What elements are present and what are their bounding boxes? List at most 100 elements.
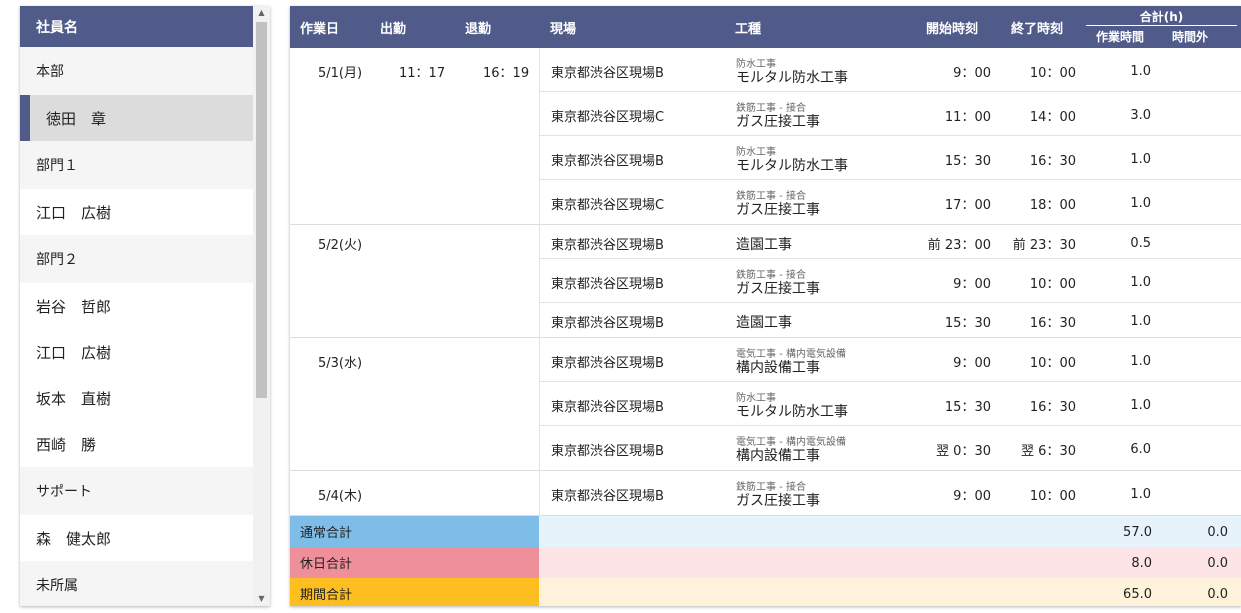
col-header-work-hours: 作業時間 [1096, 30, 1145, 44]
scrollbar-thumb[interactable] [256, 22, 267, 398]
work-hours-value: 1.0 [1130, 152, 1151, 167]
start-time: 9：00 [953, 66, 991, 81]
trade-name: 造園工事 [736, 315, 792, 331]
work-hours-value: 3.0 [1130, 108, 1151, 123]
col-header-clock-in: 出勤 [380, 21, 407, 37]
employee-item[interactable]: 西崎 勝 [20, 421, 253, 467]
department-group-label: 本部 [20, 47, 253, 95]
trade-name: モルタル防水工事 [736, 404, 848, 420]
end-time: 10：00 [1029, 277, 1076, 292]
start-time: 15：30 [944, 154, 991, 169]
site-name: 東京都渋谷区現場B [551, 444, 664, 459]
employee-list-scrollbar[interactable]: ▲ ▼ [253, 6, 270, 606]
work-hours-value: 0.5 [1130, 236, 1151, 251]
start-time: 11：00 [944, 110, 991, 125]
end-time: 16：30 [1029, 316, 1076, 331]
work-date: 5/4(木) [318, 489, 363, 504]
total-overtime: 0.0 [1207, 525, 1228, 540]
clock-in-time: 11：17 [399, 66, 446, 81]
col-header-overtime: 時間外 [1172, 30, 1209, 44]
employee-panel: 社員名 本部 徳田 章部門１ 江口 広樹 部門２ 岩谷 哲郎 江口 広樹 坂本 直樹 西崎 勝… [20, 6, 270, 606]
total-label: 通常合計 [290, 516, 539, 547]
table-row[interactable]: 東京都渋谷区現場B 電気工事 - 構内電気設備 構内設備工事翌 0：30 翌 6：30… [539, 426, 1241, 470]
total-label: 休日合計 [290, 547, 539, 578]
trade-name: 造園工事 [736, 237, 792, 253]
employee-item[interactable]: 岩谷 哲郎 [20, 283, 253, 329]
col-header-end: 終了時刻 [1011, 21, 1064, 37]
trade-name: 構内設備工事 [736, 448, 820, 464]
col-header-date: 作業日 [300, 21, 340, 37]
start-time: 9：00 [953, 489, 991, 504]
employee-list: 本部 徳田 章部門１ 江口 広樹 部門２ 岩谷 哲郎 江口 広樹 坂本 直樹 西崎 勝サポート… [20, 47, 253, 606]
end-time: 10：00 [1029, 489, 1076, 504]
site-name: 東京都渋谷区現場B [551, 316, 664, 331]
total-work-hours: 8.0 [1131, 556, 1152, 571]
end-time: 16：30 [1029, 154, 1076, 169]
total-work-hours: 57.0 [1123, 525, 1152, 540]
trade-name: 構内設備工事 [736, 360, 820, 376]
table-row[interactable]: 東京都渋谷区現場B 防水工事 モルタル防水工事 9：00 10：00 1.0 [539, 48, 1241, 92]
trade-name: ガス圧接工事 [736, 493, 820, 509]
site-name: 東京都渋谷区現場B [551, 489, 664, 504]
start-time: 17：00 [944, 198, 991, 213]
total-label: 期間合計 [290, 578, 539, 606]
department-group-label: 部門１ [20, 141, 253, 189]
trade-name: モルタル防水工事 [736, 158, 848, 174]
trade-name: ガス圧接工事 [736, 202, 820, 218]
table-row[interactable]: 東京都渋谷区現場C 鉄筋工事 - 接合 ガス圧接工事 11：00 14：00 3.0 [539, 92, 1241, 136]
total-overtime: 0.0 [1207, 587, 1228, 602]
table-row[interactable]: 東京都渋谷区現場C 鉄筋工事 - 接合 ガス圧接工事 17：00 18：00 1.0 [539, 180, 1241, 224]
employee-item[interactable]: 坂本 直樹 [20, 375, 253, 421]
clock-out-time: 16：19 [483, 66, 530, 81]
col-header-trade: 工種 [735, 21, 762, 37]
department-group-label: 部門２ [20, 235, 253, 283]
table-row[interactable]: 東京都渋谷区現場B 防水工事 モルタル防水工事 15：30 16：30 1.0 [539, 382, 1241, 426]
site-name: 東京都渋谷区現場B [551, 66, 664, 81]
table-row[interactable]: 東京都渋谷区現場B 鉄筋工事 - 接合 ガス圧接工事 9：00 10：00 1.0 [539, 259, 1241, 303]
table-row[interactable]: 東京都渋谷区現場B 造園工事 15：30 16：30 1.0 [539, 303, 1241, 337]
day-block: 5/1(月) 11：17 16：19 東京都渋谷区現場B 防水工事 モルタル防水工事 9：0… [290, 48, 1241, 225]
start-time: 15：30 [944, 316, 991, 331]
employee-item[interactable]: 徳田 章 [20, 95, 253, 141]
end-time: 10：00 [1029, 66, 1076, 81]
site-name: 東京都渋谷区現場B [551, 277, 664, 292]
end-time: 14：00 [1029, 110, 1076, 125]
employee-item[interactable]: 江口 広樹 [20, 329, 253, 375]
table-row[interactable]: 東京都渋谷区現場B 鉄筋工事 - 接合 ガス圧接工事 9：00 10：00 1.0 [539, 471, 1241, 515]
site-name: 東京都渋谷区現場B [551, 356, 664, 371]
end-time: 18：00 [1029, 198, 1076, 213]
col-header-sum: 合計(h) [1086, 8, 1237, 26]
work-hours-value: 1.0 [1130, 354, 1151, 369]
work-hours-value: 1.0 [1130, 275, 1151, 290]
start-time: 翌 0：30 [936, 444, 991, 459]
work-hours-value: 1.0 [1130, 64, 1151, 79]
table-row[interactable]: 東京都渋谷区現場B 造園工事 前 23：00 前 23：30 0.5 [539, 225, 1241, 259]
work-date: 5/3(水) [318, 356, 363, 371]
end-time: 16：30 [1029, 400, 1076, 415]
site-name: 東京都渋谷区現場C [551, 198, 665, 213]
start-time: 9：00 [953, 277, 991, 292]
department-group-label: 未所属 [20, 561, 253, 606]
end-time: 前 23：30 [1012, 238, 1076, 253]
total-overtime: 0.0 [1207, 556, 1228, 571]
table-header: 作業日 出勤 退勤 現場 工種 開始時刻 終了時刻 合計(h) 作業時間 時間外 [290, 6, 1241, 48]
trade-name: ガス圧接工事 [736, 281, 820, 297]
col-header-site: 現場 [550, 21, 577, 37]
scroll-down-arrow-icon[interactable]: ▼ [253, 592, 270, 606]
employee-item[interactable]: 江口 広樹 [20, 189, 253, 235]
work-hours-value: 1.0 [1130, 196, 1151, 211]
day-block: 5/2(火) 東京都渋谷区現場B 造園工事前 23：00 前 23：30 0.5 東京都渋… [290, 225, 1241, 338]
end-time: 10：00 [1029, 356, 1076, 371]
employee-item[interactable]: 森 健太郎 [20, 515, 253, 561]
work-hours-value: 6.0 [1130, 442, 1151, 457]
table-row[interactable]: 東京都渋谷区現場B 防水工事 モルタル防水工事 15：30 16：30 1.0 [539, 136, 1241, 180]
total-row: 通常合計 57.0 0.0 [290, 516, 1241, 547]
end-time: 翌 6：30 [1021, 444, 1076, 459]
day-block: 5/4(木) 東京都渋谷区現場B 鉄筋工事 - 接合 ガス圧接工事 9：00 10：00 1… [290, 471, 1241, 516]
department-group-label: サポート [20, 467, 253, 515]
day-block: 5/3(水) 東京都渋谷区現場B 電気工事 - 構内電気設備 構内設備工事 9：00 10… [290, 338, 1241, 471]
scroll-up-arrow-icon[interactable]: ▲ [253, 6, 270, 20]
site-name: 東京都渋谷区現場B [551, 400, 664, 415]
table-row[interactable]: 東京都渋谷区現場B 電気工事 - 構内電気設備 構内設備工事 9：00 10：00 1.0 [539, 338, 1241, 382]
work-date: 5/1(月) [318, 66, 363, 81]
